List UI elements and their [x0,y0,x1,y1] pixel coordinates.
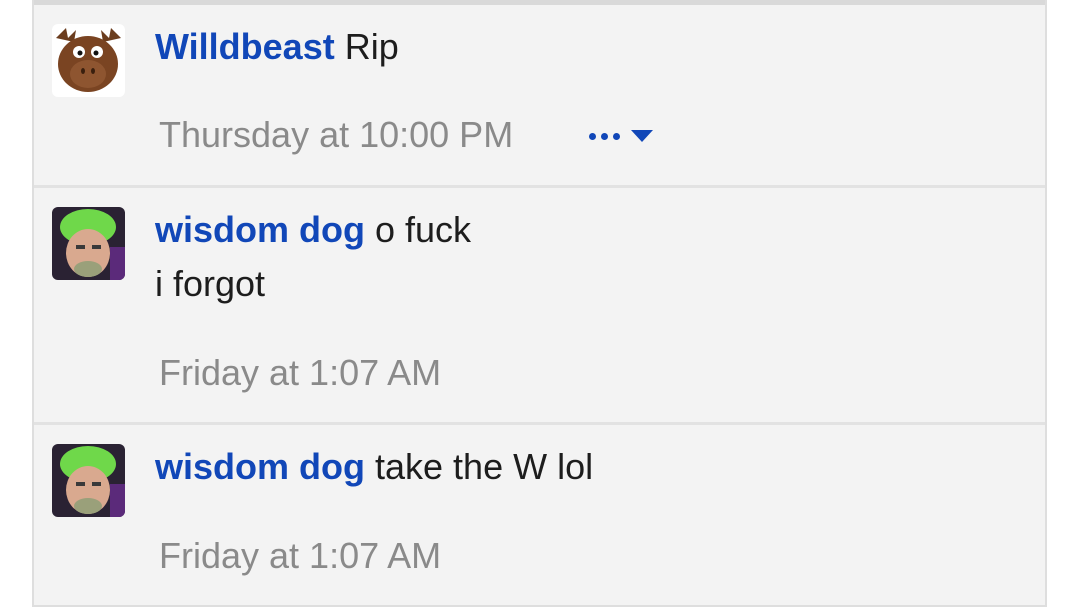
comment-text: i forgot [155,263,266,304]
comment-text: Rip [344,26,399,67]
avatar[interactable] [52,444,125,517]
author-link[interactable]: wisdom dog [155,209,365,250]
comment-timestamp[interactable]: Friday at 1:07 AM [159,535,441,577]
author-link[interactable]: Willdbeast [155,26,335,67]
author-link[interactable]: wisdom dog [155,446,365,487]
comment-body: wisdom dog o fuck i forgot [155,203,471,311]
avatar[interactable] [52,24,125,97]
comment-timestamp[interactable]: Thursday at 10:00 PM [159,114,513,156]
comment-thread: Willdbeast Rip Thursday at 10:00 PM wisd… [32,0,1047,607]
user-photo-icon [52,207,125,280]
comment-text: o fuck [375,209,472,250]
more-options-icon [589,132,620,140]
comment-item: Willdbeast Rip Thursday at 10:00 PM [34,0,1045,185]
comment-actions-menu[interactable] [589,129,654,143]
moose-avatar-icon [52,24,125,97]
comment-body: Willdbeast Rip [155,20,399,74]
avatar[interactable] [52,207,125,280]
comment-body: wisdom dog take the W lol [155,440,593,494]
comment-item: wisdom dog take the W lol Friday at 1:07 … [34,425,1045,605]
comment-item: wisdom dog o fuck i forgot Friday at 1:07… [34,188,1045,422]
chevron-down-icon [631,130,653,142]
comment-text: take the W lol [375,446,594,487]
user-photo-icon [52,444,125,517]
comment-timestamp[interactable]: Friday at 1:07 AM [159,352,441,394]
